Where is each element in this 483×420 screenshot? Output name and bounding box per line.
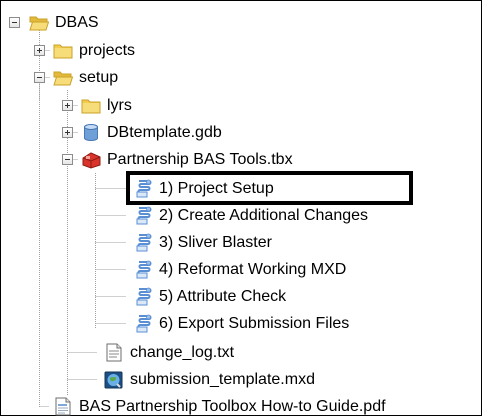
tree-node-toolbox[interactable]: Partnership BAS Tools.tbx [1, 146, 481, 173]
tree-node-tool-export-submission-files[interactable]: 6) Export Submission Files [1, 310, 481, 337]
folder-icon [53, 41, 73, 60]
tree-node-label: setup [79, 69, 119, 86]
tool-label: 6) Export Submission Files [159, 315, 350, 332]
expand-toggle[interactable] [34, 45, 45, 56]
toolbox-icon [81, 150, 101, 169]
script-tool-icon [133, 260, 153, 279]
tree-node-label: DBAS [55, 14, 99, 31]
text-file-icon [104, 343, 124, 362]
tree-node-label: change_log.txt [130, 344, 235, 361]
tree-node-tool-create-additional-changes[interactable]: 2) Create Additional Changes [1, 202, 481, 229]
tree-node-label: BAS Partnership Toolbox How-to Guide.pdf [79, 398, 386, 415]
expand-toggle[interactable] [62, 127, 73, 138]
tree-node-change-log[interactable]: change_log.txt [1, 339, 481, 366]
script-tool-icon [133, 314, 153, 333]
tree-node-label: submission_template.mxd [130, 371, 315, 388]
collapse-toggle[interactable] [62, 154, 73, 165]
script-tool-icon [133, 233, 153, 252]
tree-node-label: projects [79, 42, 136, 59]
tree-node-label: DBtemplate.gdb [107, 124, 222, 141]
tree-node-label: lyrs [107, 97, 132, 114]
geodatabase-icon [81, 123, 101, 142]
folder-open-icon [53, 68, 73, 87]
tree-node-tool-sliver-blaster[interactable]: 3) Sliver Blaster [1, 229, 481, 256]
collapse-toggle[interactable] [34, 72, 45, 83]
tree-node-projects[interactable]: projects [1, 37, 481, 64]
tree-node-setup[interactable]: setup [1, 64, 481, 91]
collapse-toggle[interactable] [9, 17, 20, 28]
folder-icon [81, 96, 101, 115]
tree-node-tool-reformat-working-mxd[interactable]: 4) Reformat Working MXD [1, 256, 481, 283]
script-tool-icon [133, 206, 153, 225]
folder-open-icon [29, 13, 49, 32]
tool-label: 4) Reformat Working MXD [159, 261, 347, 278]
tool-label: 2) Create Additional Changes [159, 207, 369, 224]
tree-node-dbas[interactable]: DBAS [1, 9, 481, 36]
tree-node-submission-template[interactable]: submission_template.mxd [1, 366, 481, 393]
tree-node-tool-attribute-check[interactable]: 5) Attribute Check [1, 283, 481, 310]
tree-node-dbtemplate-gdb[interactable]: DBtemplate.gdb [1, 119, 481, 146]
tree-node-label: Partnership BAS Tools.tbx [107, 151, 293, 168]
script-tool-icon [133, 287, 153, 306]
map-document-icon [104, 370, 124, 389]
expand-toggle[interactable] [62, 100, 73, 111]
tool-label: 3) Sliver Blaster [159, 234, 272, 251]
tool-label: 5) Attribute Check [159, 288, 287, 305]
catalog-tree-panel: DBAS projects setup lyrs DBtemplate.gdb … [0, 0, 482, 416]
highlight-box [126, 171, 413, 205]
tree-node-howto-guide[interactable]: BAS Partnership Toolbox How-to Guide.pdf [1, 393, 481, 420]
pdf-file-icon [53, 397, 73, 416]
tree-node-lyrs[interactable]: lyrs [1, 92, 481, 119]
